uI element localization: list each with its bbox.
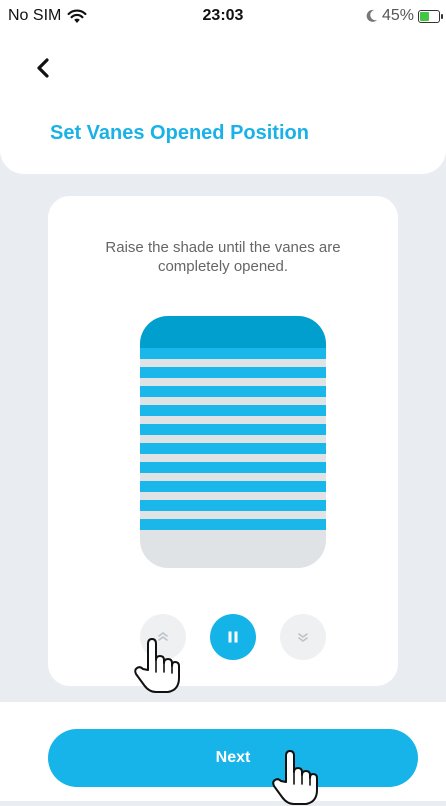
header-card: Set Vanes Opened Position [0, 36, 446, 174]
shade-slat [140, 366, 326, 379]
battery-percent: 45% [381, 7, 414, 24]
footer: Next [0, 702, 446, 801]
battery-charging-icon [418, 9, 443, 23]
next-button[interactable]: Next [48, 729, 418, 787]
pause-icon [228, 631, 238, 643]
shade-slat [140, 404, 326, 417]
battery-level [420, 11, 429, 21]
shade-slat [140, 423, 326, 436]
shade-slats [140, 348, 326, 538]
shade-slat [140, 461, 326, 474]
pause-button[interactable] [210, 614, 256, 660]
shade-illustration [140, 316, 326, 568]
shade-slat [140, 385, 326, 398]
shade-slat [140, 348, 326, 360]
shade-slat [140, 442, 326, 455]
back-button[interactable] [34, 56, 54, 80]
instruction-text: Raise the shade until the vanes are comp… [105, 239, 341, 275]
chevron-down-icon [298, 633, 308, 642]
shade-slat [140, 480, 326, 493]
status-right: 45% [366, 7, 443, 25]
shade-headrail [140, 316, 326, 348]
page-title: Set Vanes Opened Position [50, 122, 309, 144]
shade-slat [140, 499, 326, 512]
lower-button[interactable] [280, 614, 326, 660]
content-card: Raise the shade until the vanes are comp… [48, 196, 398, 686]
chevron-left-icon [37, 58, 49, 78]
status-bar: No SIM 23:03 45% [0, 0, 446, 36]
chevron-up-icon [158, 632, 168, 641]
moon-icon [366, 9, 377, 22]
shade-slat [140, 518, 326, 531]
raise-button[interactable] [140, 614, 186, 660]
